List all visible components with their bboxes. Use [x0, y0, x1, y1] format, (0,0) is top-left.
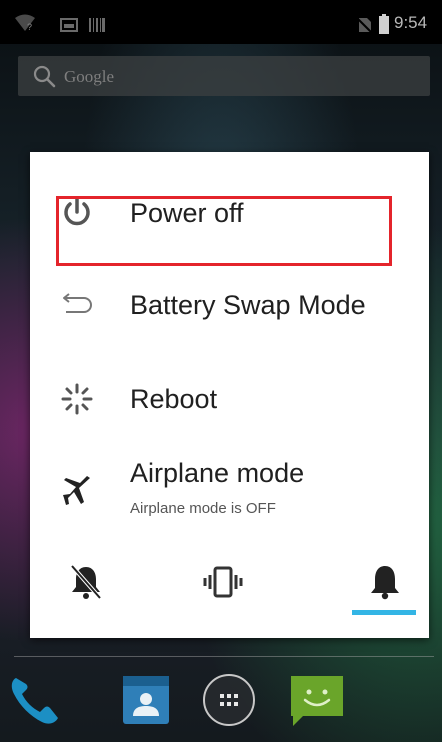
clock: 9:54 [394, 13, 428, 32]
airplane-mode-option[interactable]: Airplane mode Airplane mode is OFF [30, 446, 429, 542]
battery-swap-mode-label: Battery Swap Mode [130, 290, 366, 320]
phone-icon[interactable] [6, 672, 62, 728]
search-icon[interactable] [32, 64, 56, 88]
sound-mode-selector [30, 550, 429, 630]
reboot-option[interactable]: Reboot [30, 352, 429, 442]
battery-swap-icon [63, 293, 92, 313]
home-screen: ? 9:54 Google Power off Battery Swap Mod… [0, 0, 442, 742]
svg-text:?: ? [27, 22, 32, 32]
battery-swap-mode-option[interactable]: Battery Swap Mode [30, 260, 429, 350]
bell-icon[interactable] [365, 562, 405, 602]
app-drawer-icon[interactable] [201, 672, 257, 728]
highlight-box [56, 196, 392, 266]
barcode-icon [89, 18, 105, 32]
airplane-mode-label: Airplane mode [130, 458, 305, 488]
airplane-mode-status: Airplane mode is OFF [130, 500, 276, 517]
status-bar: ? 9:54 [0, 0, 442, 44]
reboot-icon [61, 383, 93, 415]
wifi-question-icon: ? [15, 14, 35, 32]
airplane-icon [63, 476, 90, 505]
power-options-dialog: Power off Battery Swap Mode Reboot Airpl… [30, 152, 429, 638]
silent-bell-icon[interactable] [66, 562, 106, 602]
search-input[interactable] [62, 60, 366, 94]
dock-divider [14, 656, 434, 657]
messaging-icon[interactable] [289, 672, 345, 728]
vibrate-icon[interactable] [203, 562, 243, 602]
battery-icon [379, 14, 389, 34]
selected-sound-mode-indicator [352, 610, 416, 615]
picture-icon [60, 18, 78, 32]
no-sim-icon [356, 17, 372, 33]
reboot-label: Reboot [130, 384, 218, 414]
google-search-bar[interactable] [18, 56, 430, 96]
contacts-icon[interactable] [119, 672, 175, 728]
